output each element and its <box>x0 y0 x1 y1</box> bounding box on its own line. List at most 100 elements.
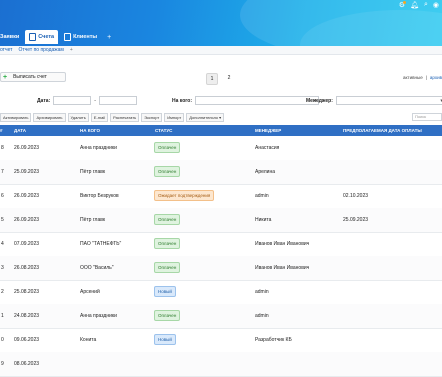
cell-date: 26.08.2023 <box>14 265 40 271</box>
subnav-item-report[interactable]: отчет <box>0 47 12 53</box>
view-switch: активные | архив <box>403 75 442 80</box>
manager-label: Менеджер: <box>306 97 333 104</box>
status-badge: Оплачен <box>154 238 181 249</box>
cell-date: 07.09.2023 <box>14 241 40 247</box>
create-invoice-button[interactable]: + Выписать счет <box>0 72 66 82</box>
cell-manager: Анастасия <box>255 145 280 151</box>
search-icon[interactable]: ⌕ <box>424 1 428 9</box>
cell-manager: Разработчик КБ <box>255 337 292 343</box>
table-row[interactable]: 4 07.09.2023 ПАО "ТАТНЕФТЬ" Оплачен Иванов И… <box>0 232 442 257</box>
client-select[interactable] <box>195 96 320 105</box>
cell-manager: Никита <box>255 217 272 223</box>
cell-id: 7 <box>1 169 4 175</box>
cell-id: 9 <box>1 361 4 367</box>
cell-id: 0 <box>1 337 4 343</box>
page-button[interactable]: 2 <box>224 73 234 83</box>
status-badge: Оплачен <box>154 166 181 177</box>
table-row[interactable]: 7 25.09.2023 Пётр главк Оплачен Арелина <box>0 160 442 185</box>
avatar[interactable]: ◉ <box>433 1 439 9</box>
view-archive-link[interactable]: архив <box>430 75 442 80</box>
top-icons: ⚙ 🔔︎ ⌕ ◉ <box>399 0 442 10</box>
cell-id: 3 <box>1 265 4 271</box>
date-to-input[interactable] <box>98 96 137 105</box>
cell-date: 26.09.2023 <box>14 193 40 199</box>
action-bar: Активировать Архивировать Удалить E-mail… <box>0 112 442 122</box>
page-button[interactable]: 1 <box>206 73 218 85</box>
email-button[interactable]: E-mail <box>90 112 109 122</box>
table-row[interactable]: 2 25.08.2023 Арсений Новый admin <box>0 280 442 305</box>
manager-select[interactable] <box>335 96 442 105</box>
status-badge: Оплачен <box>154 214 181 225</box>
status-badge: Оплачен <box>154 262 181 273</box>
table-row[interactable]: 9 08.06.2023 <box>0 352 442 377</box>
cell-client: Анна праздники <box>80 313 117 319</box>
status-badge: Оплачен <box>154 310 181 321</box>
status-badge: Новый <box>154 334 176 345</box>
more-button[interactable]: Дополнительно ▾ <box>186 112 225 122</box>
subnav-add-button[interactable]: + <box>70 47 73 53</box>
cell-client: ПАО "ТАТНЕФТЬ" <box>80 241 122 247</box>
cell-manager: Иванов Иван Иванович <box>255 241 310 247</box>
date-label: Дата: <box>37 97 51 104</box>
cell-date: 08.06.2023 <box>14 361 40 367</box>
cell-id: 1 <box>1 313 4 319</box>
view-active-link[interactable]: активные <box>403 75 423 80</box>
cell-id: 4 <box>1 241 4 247</box>
document-icon <box>64 33 72 41</box>
client-label: На кого: <box>172 97 193 104</box>
tab-clients[interactable]: Клиенты <box>60 30 101 44</box>
cell-manager: Арелина <box>255 169 275 175</box>
document-icon <box>29 33 37 41</box>
column-header-client[interactable]: НА КОГО <box>80 128 100 133</box>
cell-date: 25.08.2023 <box>14 289 40 295</box>
subnav-item-sales-report[interactable]: Отчет по продажам <box>18 47 63 53</box>
cell-id: 6 <box>1 193 4 199</box>
main-tabs: Заявки Счета Клиенты + <box>0 30 115 44</box>
column-header-id[interactable]: # <box>0 128 3 133</box>
cell-id: 2 <box>1 289 4 295</box>
export-button[interactable]: Экспорт <box>141 112 163 122</box>
cell-client: Виктор Безруков <box>80 193 119 199</box>
import-button[interactable]: Импорт <box>164 112 185 122</box>
cell-client: Пётр главк <box>80 169 106 175</box>
activate-button[interactable]: Активировать <box>0 112 32 122</box>
search-input[interactable]: Поиск <box>412 113 442 121</box>
table-row[interactable]: 0 09.06.2023 Конита Новый Разработчик КБ <box>0 328 442 353</box>
archive-button[interactable]: Архивировать <box>33 112 66 122</box>
add-tab-button[interactable]: + <box>103 30 115 44</box>
table-row[interactable]: 3 26.08.2023 ООО "Василь" Оплачен Иванов Ива… <box>0 256 442 281</box>
delete-button[interactable]: Удалить <box>67 112 89 122</box>
cell-manager: Иванов Иван Иванович <box>255 265 310 271</box>
gear-icon[interactable]: ⚙ <box>399 1 407 9</box>
cell-client: ООО "Василь" <box>80 265 114 271</box>
table-row[interactable]: 8 26.09.2023 Анна праздники Оплачен Анастаси… <box>0 136 442 161</box>
table-header: # ДАТА НА КОГО СТАТУС МЕНЕДЖЕР ПРЕДПОЛАГ… <box>0 125 442 136</box>
table-row[interactable]: 5 26.09.2023 Пётр главк Оплачен Никита 25.09.… <box>0 208 442 233</box>
table-row[interactable]: 6 26.09.2023 Виктор Безруков Ожидает подтве… <box>0 184 442 209</box>
cell-date: 25.09.2023 <box>14 169 40 175</box>
cell-client: Конита <box>80 337 97 343</box>
status-badge: Ожидает подтверждения <box>154 190 215 201</box>
bell-icon[interactable]: 🔔︎ <box>410 1 419 9</box>
date-from-input[interactable] <box>53 96 92 105</box>
cell-id: 5 <box>1 217 4 223</box>
manager-filter: Менеджер: <box>306 96 442 105</box>
toolbar: + Выписать счет 1 2 активные | архив <box>0 72 442 85</box>
report-subnav: отчет Отчет по продажам + <box>0 46 442 55</box>
cell-manager: admin <box>255 313 269 319</box>
column-header-manager[interactable]: МЕНЕДЖЕР <box>255 128 281 133</box>
cell-manager: admin <box>255 289 269 295</box>
tab-invoices[interactable]: Счета <box>25 30 59 44</box>
print-button[interactable]: Распечатать <box>110 112 140 122</box>
client-filter: На кого: <box>172 96 320 105</box>
column-header-status[interactable]: СТАТУС <box>155 128 172 133</box>
table-row[interactable]: 1 24.08.2023 Анна праздники Оплачен admin <box>0 304 442 329</box>
column-header-due-date[interactable]: ПРЕДПОЛАГАЕМАЯ ДАТА ОПЛАТЫ <box>343 128 422 133</box>
cell-date: 26.09.2023 <box>14 145 40 151</box>
cell-client: Арсений <box>80 289 100 295</box>
cell-id: 8 <box>1 145 4 151</box>
column-header-date[interactable]: ДАТА <box>14 128 26 133</box>
plus-icon: + <box>3 73 8 81</box>
tab-requests[interactable]: Заявки <box>0 30 23 44</box>
cell-date: 24.08.2023 <box>14 313 40 319</box>
